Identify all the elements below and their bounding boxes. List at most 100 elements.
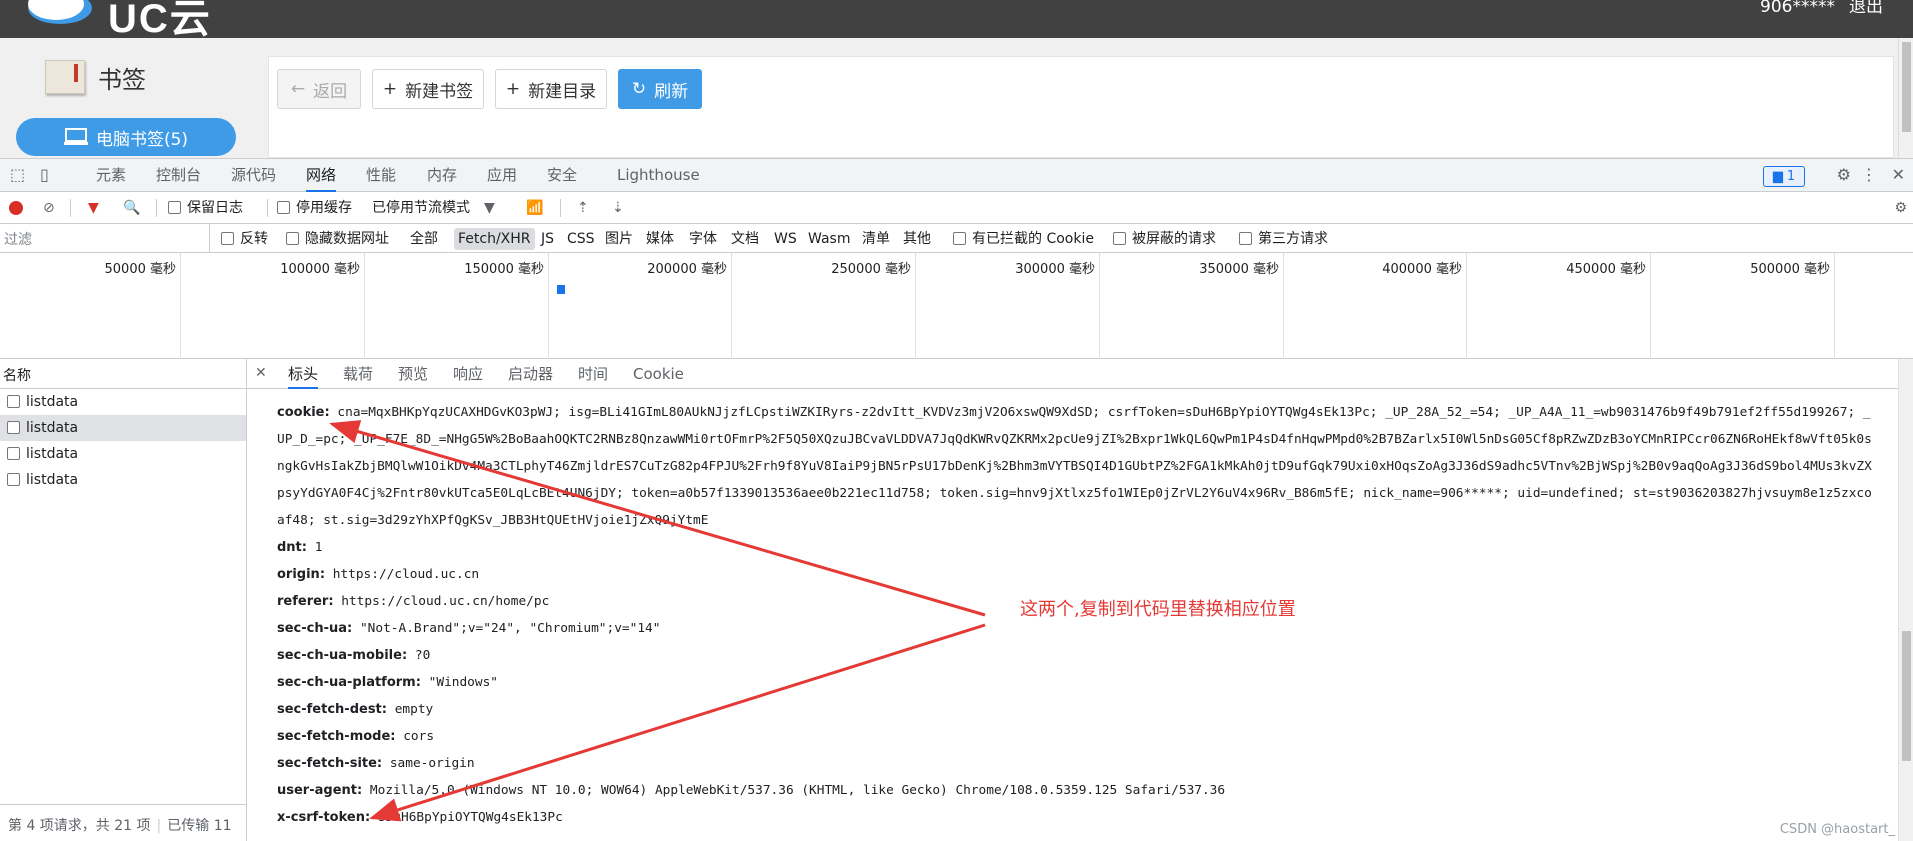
header-row-sec-ch-ua-mobile: sec-ch-ua-mobile: ?0 [277, 648, 431, 663]
type-filter-img[interactable]: 图片 [605, 230, 633, 248]
toolbar-divider [156, 199, 157, 217]
timeline-tick: 300000 毫秒 [1015, 262, 1095, 277]
type-filter-css[interactable]: CSS [567, 230, 595, 248]
header-row-x-csrf-token: x-csrf-token: sDuH6BpYpiOYTQWg4sEk13Pc [277, 810, 563, 825]
type-filter-all[interactable]: 全部 [410, 230, 438, 248]
blocked-cookies-checkbox[interactable]: 有已拦截的 Cookie [953, 230, 1094, 248]
timeline-tick: 150000 毫秒 [464, 262, 544, 277]
filter-input[interactable]: 过滤 [0, 224, 210, 252]
timeline-column: 150000 毫秒 [365, 253, 549, 359]
app-sidebar: 书签 电脑书签(5) [0, 38, 260, 158]
type-filter-ws[interactable]: WS [774, 230, 797, 248]
tab-console[interactable]: 控制台 [156, 159, 201, 192]
tab-network[interactable]: 网络 [306, 159, 337, 192]
tab-application[interactable]: 应用 [487, 159, 517, 192]
timeline-column: 500000 毫秒 [1651, 253, 1835, 359]
timeline-column: 50000 毫秒 [0, 253, 181, 359]
tab-payload[interactable]: 载荷 [343, 359, 373, 389]
type-filter-media[interactable]: 媒体 [646, 230, 674, 248]
toolbar-divider [70, 199, 71, 217]
tab-memory[interactable]: 内存 [427, 159, 457, 192]
type-filter-manifest[interactable]: 清单 [862, 230, 890, 248]
timeline-column: 350000 毫秒 [1100, 253, 1284, 359]
tab-preview[interactable]: 预览 [398, 359, 428, 389]
timeline-column: 450000 毫秒 [1467, 253, 1651, 359]
request-row[interactable]: listdata [0, 441, 246, 467]
new-folder-label: 新建目录 [528, 81, 597, 102]
gear-icon[interactable]: ⚙ [1837, 167, 1851, 183]
bookmark-icon [45, 60, 85, 94]
detail-scrollbar[interactable] [1898, 359, 1913, 841]
header-row-sec-fetch-mode: sec-fetch-mode: cors [277, 729, 435, 744]
back-button[interactable]: ← 返回 [277, 69, 361, 109]
import-har-icon[interactable]: ⇡ [577, 200, 589, 216]
throttling-select[interactable]: 已停用节流模式 ▼ [372, 199, 495, 217]
logout-link[interactable]: 退出 [1849, 0, 1883, 16]
new-bookmark-label: 新建书签 [405, 81, 474, 102]
new-bookmark-button[interactable]: + 新建书签 [372, 69, 484, 109]
pc-bookmarks-button[interactable]: 电脑书签(5) [16, 118, 236, 156]
toolbar-divider [267, 199, 268, 217]
scrollbar-thumb[interactable] [1902, 42, 1911, 132]
request-row[interactable]: listdata [0, 467, 246, 493]
type-filter-font[interactable]: 字体 [689, 230, 717, 248]
header-row-dnt: dnt: 1 [277, 540, 323, 555]
type-filter-js[interactable]: JS [541, 230, 554, 248]
request-row[interactable]: listdata [0, 389, 246, 415]
network-conditions-icon[interactable]: 📶 [526, 200, 543, 216]
type-filter-wasm[interactable]: Wasm [808, 230, 850, 248]
request-count: 第 4 项请求，共 21 项 [8, 818, 151, 834]
invert-checkbox[interactable]: 反转 [221, 230, 268, 248]
tab-lighthouse[interactable]: Lighthouse [617, 159, 700, 192]
tab-cookies[interactable]: Cookie [633, 359, 684, 389]
issues-badge[interactable]: ▆ 1 [1763, 166, 1805, 187]
clear-icon[interactable]: ⊘ [43, 200, 55, 216]
hide-data-urls-checkbox[interactable]: 隐藏数据网址 [286, 230, 389, 248]
arrow-left-icon: ← [290, 79, 306, 99]
cloud-logo-icon [28, 0, 92, 24]
tab-headers[interactable]: 标头 [288, 359, 319, 389]
tab-elements[interactable]: 元素 [96, 159, 126, 192]
close-icon[interactable]: ✕ [1892, 167, 1905, 183]
tab-response[interactable]: 响应 [453, 359, 483, 389]
page-scrollbar[interactable] [1898, 38, 1913, 158]
new-folder-button[interactable]: + 新建目录 [495, 69, 607, 109]
type-filter-fetch-xhr[interactable]: Fetch/XHR [454, 228, 535, 250]
timeline-column: 400000 毫秒 [1284, 253, 1467, 359]
csdn-watermark: CSDN @haostart_ [1779, 822, 1895, 837]
tab-timing[interactable]: 时间 [578, 359, 608, 389]
tab-initiator[interactable]: 启动器 [508, 359, 553, 389]
inspect-element-icon[interactable]: ⬚ [10, 167, 25, 183]
device-toolbar-icon[interactable]: ▯ [40, 167, 49, 183]
close-detail-icon[interactable]: ✕ [255, 365, 267, 381]
disable-cache-checkbox[interactable]: 停用缓存 [277, 199, 352, 217]
filter-bar: 过滤 反转 隐藏数据网址 全部 Fetch/XHR JS CSS 图片 媒体 字… [0, 224, 1913, 253]
search-icon[interactable]: 🔍 [123, 200, 140, 216]
network-settings-gear-icon[interactable]: ⚙ [1894, 200, 1907, 216]
network-overview[interactable]: 50000 毫秒 100000 毫秒 150000 毫秒 200000 毫秒 2… [0, 253, 1913, 359]
timeline-tick: 50000 毫秒 [104, 262, 177, 277]
type-filter-doc[interactable]: 文档 [731, 230, 759, 248]
timeline-tick: 400000 毫秒 [1382, 262, 1462, 277]
filter-icon[interactable]: ▼ [88, 200, 99, 216]
tab-security[interactable]: 安全 [547, 159, 577, 192]
more-options-icon[interactable]: ⋮ [1861, 167, 1877, 183]
tab-sources[interactable]: 源代码 [231, 159, 276, 192]
status-bar: 第 4 项请求，共 21 项 | 已传输 11 [0, 804, 247, 841]
pc-bookmarks-label: 电脑书签(5) [95, 129, 189, 150]
refresh-button[interactable]: ↻ 刷新 [618, 69, 702, 109]
export-har-icon[interactable]: ⇣ [612, 200, 624, 216]
scrollbar-thumb[interactable] [1902, 631, 1911, 761]
third-party-checkbox[interactable]: 第三方请求 [1239, 230, 1328, 248]
request-row-selected[interactable]: listdata [0, 415, 246, 441]
timeline-tick: 250000 毫秒 [831, 262, 911, 277]
blocked-requests-checkbox[interactable]: 被屏蔽的请求 [1113, 230, 1216, 248]
monitor-icon [63, 128, 88, 145]
type-filter-other[interactable]: 其他 [903, 230, 931, 248]
name-column-header[interactable]: 名称 [0, 359, 246, 389]
user-name[interactable]: 906***** [1760, 0, 1835, 16]
tab-performance[interactable]: 性能 [366, 159, 396, 192]
header-row-origin: origin: https://cloud.uc.cn [277, 567, 480, 582]
preserve-log-checkbox[interactable]: 保留日志 [168, 199, 243, 217]
record-icon[interactable] [9, 201, 23, 215]
